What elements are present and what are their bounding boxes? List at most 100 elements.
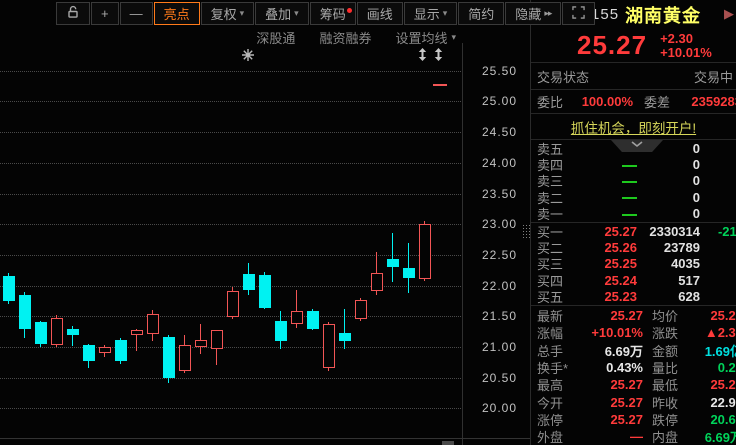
info-value: +10.01% — [581, 325, 643, 340]
info-row: 外盘—内盘6.69万 — [531, 428, 736, 445]
sell-row-3[interactable]: 卖三0 — [531, 173, 736, 189]
buy-row-5[interactable]: 买五25.23628 — [531, 289, 736, 305]
buy-level-label: 买三 — [537, 256, 567, 272]
chip-distribution-button[interactable]: 筹码 — [310, 2, 356, 25]
y-axis-tick-label: 22.00 — [467, 279, 517, 293]
lock-button[interactable] — [56, 2, 90, 25]
info-label: 量比 — [652, 359, 696, 376]
info-label: 涨跌 — [652, 324, 696, 341]
updown-arrow-marker-icon — [434, 48, 448, 62]
info-label: 总手 — [537, 342, 581, 359]
buy-row-4[interactable]: 买四25.24517 — [531, 272, 736, 288]
candle-body — [67, 329, 79, 335]
highlight-button[interactable]: 亮点 — [154, 2, 200, 25]
y-axis-tick-label: 25.00 — [467, 94, 517, 108]
trading-app-window: 25.5025.0024.5024.0023.5023.0022.5022.00… — [0, 0, 736, 445]
fullscreen-icon — [572, 6, 585, 22]
y-axis-tick-label: 24.00 — [467, 156, 517, 170]
buy-level-label: 买一 — [537, 223, 567, 239]
zoom-in-button[interactable]: + — [91, 2, 119, 25]
info-label: 金额 — [652, 342, 696, 359]
divider-drag-grip[interactable] — [522, 224, 530, 239]
info-row: 换手*0.43%量比0.24 — [531, 359, 736, 376]
sell-volume: 0 — [637, 157, 700, 172]
hide-label: 隐藏 — [515, 4, 541, 23]
weibi-row: 委比 100.00% 委差 2359283 — [531, 90, 736, 113]
candle-wick — [392, 233, 393, 282]
draw-line-label: 画线 — [367, 4, 393, 23]
info-label: 今开 — [537, 394, 581, 411]
simple-mode-button[interactable]: 简约 — [458, 2, 504, 25]
info-label: 最高 — [537, 376, 581, 393]
info-label: 跌停 — [652, 411, 696, 428]
candle-body — [323, 324, 335, 368]
set-ma-label: 设置均线 — [395, 28, 447, 47]
candle-body — [387, 259, 399, 267]
empty-price-dash — [622, 197, 637, 199]
info-value: 25.27 — [581, 308, 643, 323]
kline-chart[interactable] — [0, 0, 462, 445]
buy-level-label: 买二 — [537, 239, 567, 255]
sell-price — [567, 157, 637, 172]
open-account-link[interactable]: 抓住机会，即刻开户! — [571, 117, 696, 137]
candle-body — [131, 330, 143, 335]
candle-body — [3, 276, 15, 301]
info-value: 25.27 — [581, 377, 643, 392]
candle-body — [99, 347, 111, 353]
info-value: 6.69万 — [581, 342, 643, 359]
sell-row-4[interactable]: 卖二0 — [531, 189, 736, 205]
price-change-pct: +10.01% — [660, 46, 712, 60]
buy-price: 25.26 — [567, 240, 637, 255]
zoom-out-button[interactable]: — — [120, 2, 153, 25]
adjust-rights-label: 复权 — [211, 4, 237, 23]
display-label: 显示 — [414, 4, 440, 23]
buy-volume: 4035 — [637, 256, 700, 271]
chart-right-border — [462, 43, 463, 445]
weibi-value: 100.00% — [563, 94, 633, 109]
info-value: 25.27 — [696, 308, 736, 323]
candle-body — [51, 318, 63, 346]
margin-trading-tab[interactable]: 融资融券 — [319, 28, 371, 47]
stock-name: 湖南黄金 — [625, 2, 701, 28]
y-axis-tick-label: 23.00 — [467, 217, 517, 231]
info-row: 涨幅+10.01%涨跌▲2.30 — [531, 324, 736, 341]
grid-line — [0, 101, 461, 102]
weicha-label: 委差 — [644, 92, 670, 111]
promo-row: 抓住机会，即刻开户! — [531, 114, 736, 139]
candle-body — [419, 224, 431, 279]
price-change-block: +2.30 +10.01% — [660, 32, 712, 60]
zoom-out-label: — — [130, 6, 143, 21]
buy-level-label: 买四 — [537, 272, 567, 288]
chart-scrollbar-thumb[interactable] — [442, 441, 454, 445]
display-button[interactable]: 显示▾ — [404, 2, 458, 25]
buy-queue: 买一25.272330314-216买二25.2623789买三25.25403… — [531, 223, 736, 305]
candle-body — [259, 275, 271, 308]
candle-body — [179, 345, 191, 371]
y-axis-tick-label: 24.50 — [467, 125, 517, 139]
sz-connect-label: 深股通 — [256, 28, 295, 47]
grid-line — [0, 286, 461, 287]
next-stock-button[interactable]: ▶ — [724, 7, 734, 22]
fullscreen-button[interactable] — [562, 2, 595, 25]
y-axis-tick-label: 21.00 — [467, 340, 517, 354]
draw-line-button[interactable]: 画线 — [357, 2, 403, 25]
info-label: 涨幅 — [537, 324, 581, 341]
sell-row-2[interactable]: 卖四0 — [531, 156, 736, 172]
adjust-rights-button[interactable]: 复权▾ — [201, 2, 255, 25]
set-ma-button[interactable]: 设置均线▾ — [395, 28, 456, 47]
sz-connect-tab[interactable]: 深股通 — [256, 28, 295, 47]
candle-body — [355, 300, 367, 318]
hide-toolbar-button[interactable]: 隐藏▸▸ — [505, 2, 561, 25]
buy-row-1[interactable]: 买一25.272330314-216 — [531, 223, 736, 239]
buy-row-2[interactable]: 买二25.2623789 — [531, 239, 736, 255]
buy-row-3[interactable]: 买三25.254035 — [531, 256, 736, 272]
overlay-button[interactable]: 叠加▾ — [255, 2, 309, 25]
quote-row: 25.27 +2.30 +10.01% — [531, 29, 736, 62]
info-value: 25.27 — [581, 412, 643, 427]
info-value: 22.97 — [696, 395, 736, 410]
sell-row-5[interactable]: 卖一0 — [531, 206, 736, 222]
info-label: 均价 — [652, 307, 696, 324]
sell-level-label: 卖五 — [537, 140, 567, 156]
price-change: +2.30 — [660, 32, 712, 46]
candle-body — [211, 330, 223, 348]
